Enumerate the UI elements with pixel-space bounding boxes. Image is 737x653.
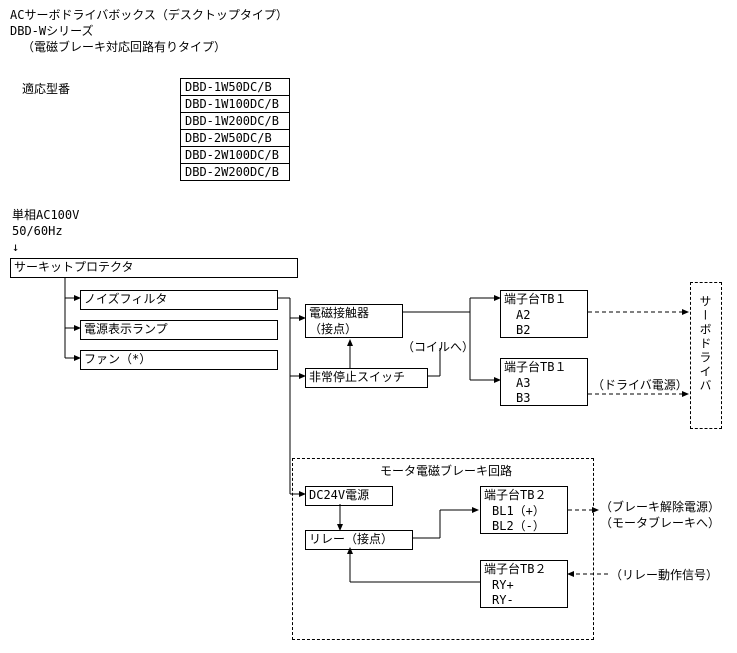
wiring-svg <box>0 0 737 653</box>
